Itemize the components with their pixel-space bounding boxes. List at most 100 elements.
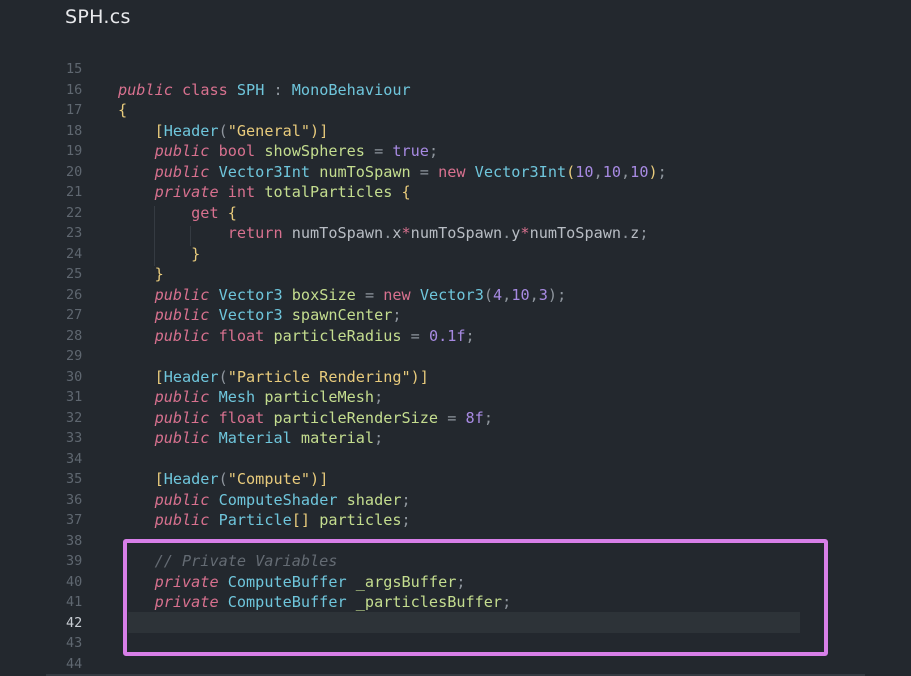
code-line[interactable]: 25 } bbox=[0, 264, 911, 284]
code-token: SPH bbox=[236, 80, 265, 99]
code-line[interactable]: 17 { bbox=[0, 100, 911, 120]
code-token: int bbox=[227, 183, 256, 201]
code-line[interactable]: 23 return numToSpawn.x*numToSpawn.y*numT… bbox=[0, 223, 911, 243]
code-token: particleRenderSize bbox=[273, 408, 439, 427]
code-line[interactable]: 33 public Material material; bbox=[0, 428, 911, 448]
code-token: numToSpawn bbox=[319, 162, 411, 181]
code-line[interactable]: 16 public class SPH : MonoBehaviour bbox=[0, 80, 911, 100]
code-token: class bbox=[182, 80, 228, 99]
code-token: , bbox=[621, 162, 631, 181]
code-token: particles bbox=[319, 511, 402, 529]
code-token: Vector3Int bbox=[218, 162, 311, 181]
line-number: 36 bbox=[66, 491, 83, 508]
code-line[interactable]: 26 public Vector3 boxSize = new Vector3(… bbox=[0, 285, 911, 305]
code-token: ; bbox=[392, 306, 402, 324]
code-line[interactable]: 34 bbox=[0, 449, 911, 469]
line-code: } bbox=[118, 244, 200, 264]
code-line[interactable]: 22 get { bbox=[0, 203, 911, 223]
code-token: "Particle Rendering" bbox=[227, 367, 411, 386]
line-code: public Material material; bbox=[118, 428, 384, 448]
code-token: )] bbox=[310, 470, 329, 488]
code-token: Vector3 bbox=[419, 285, 484, 304]
code-token: ( bbox=[218, 367, 228, 386]
code-token: = bbox=[438, 408, 466, 427]
code-line[interactable]: 27 public Vector3 spawnCenter; bbox=[0, 305, 911, 325]
line-code: [Header("General")] bbox=[118, 121, 329, 141]
code-token: Header bbox=[163, 470, 219, 488]
line-number: 33 bbox=[66, 430, 83, 446]
line-code: [Header("Particle Rendering")] bbox=[118, 367, 429, 387]
line-code: public Vector3 boxSize = new Vector3(4,1… bbox=[118, 285, 567, 305]
file-title[interactable]: SPH.cs bbox=[65, 6, 131, 28]
code-token: return bbox=[227, 224, 283, 242]
code-token: totalParticles bbox=[264, 183, 393, 201]
code-token: = bbox=[410, 162, 439, 181]
line-code: [Header("Compute")] bbox=[118, 469, 329, 489]
code-line[interactable]: 15 bbox=[0, 59, 911, 79]
code-line[interactable]: 21 private int totalParticles { bbox=[0, 182, 911, 202]
code-line[interactable]: 18 [Header("General")] bbox=[0, 121, 911, 141]
code-token: boxSize bbox=[291, 285, 356, 304]
line-number: 34 bbox=[66, 450, 83, 467]
code-line[interactable]: 28 public float particleRadius = 0.1f; bbox=[0, 326, 911, 346]
line-number: 41 bbox=[66, 594, 83, 610]
line-number: 24 bbox=[66, 245, 83, 262]
code-token: ( bbox=[218, 121, 228, 140]
code-token: = bbox=[364, 142, 393, 160]
code-token: ; bbox=[401, 511, 411, 529]
line-code: private int totalParticles { bbox=[118, 182, 411, 202]
code-line[interactable]: 32 public float particleRenderSize = 8f; bbox=[0, 408, 911, 428]
code-token: , bbox=[593, 162, 603, 181]
code-token: numToSpawn bbox=[529, 224, 622, 242]
line-code: public class SPH : MonoBehaviour bbox=[118, 80, 411, 100]
line-number: 27 bbox=[66, 307, 83, 323]
code-token: ComputeShader bbox=[218, 490, 338, 509]
code-line[interactable]: 20 public Vector3Int numToSpawn = new Ve… bbox=[0, 162, 911, 182]
code-token: 8f bbox=[465, 408, 484, 427]
code-token: ; bbox=[657, 162, 667, 181]
line-number: 28 bbox=[66, 327, 83, 344]
code-editor[interactable]: SPH.cs 15 16 public class SPH : MonoBehavi… bbox=[0, 0, 911, 676]
line-number: 19 bbox=[66, 143, 83, 159]
code-token: )] bbox=[410, 367, 429, 386]
code-token: 4 bbox=[493, 285, 503, 304]
code-line[interactable]: 31 public Mesh particleMesh; bbox=[0, 387, 911, 407]
code-token: ; bbox=[483, 408, 493, 427]
code-line[interactable]: 29 bbox=[0, 346, 911, 366]
code-line[interactable]: 44 bbox=[0, 654, 911, 674]
code-token: public bbox=[154, 408, 210, 427]
code-token: } bbox=[191, 244, 201, 263]
code-token: . bbox=[383, 224, 393, 242]
code-token: ; bbox=[401, 490, 411, 509]
code-token: public bbox=[154, 490, 210, 509]
code-line[interactable]: 30 [Header("Particle Rendering")] bbox=[0, 367, 911, 387]
annotation-highlight-box bbox=[123, 539, 828, 656]
code-line[interactable]: 24 } bbox=[0, 244, 911, 264]
code-token: new bbox=[383, 285, 411, 304]
code-token: . bbox=[621, 224, 631, 242]
code-line[interactable]: 19 public bool showSpheres = true; bbox=[0, 141, 911, 161]
code-line[interactable]: 36 public ComputeShader shader; bbox=[0, 490, 911, 510]
code-token: { bbox=[118, 101, 128, 119]
code-token: 10 bbox=[630, 162, 649, 181]
code-token: bool bbox=[218, 142, 256, 160]
code-token: public bbox=[154, 388, 210, 406]
code-line[interactable]: 37 public Particle[] particles; bbox=[0, 510, 911, 530]
code-line[interactable]: 35 [Header("Compute")] bbox=[0, 469, 911, 489]
